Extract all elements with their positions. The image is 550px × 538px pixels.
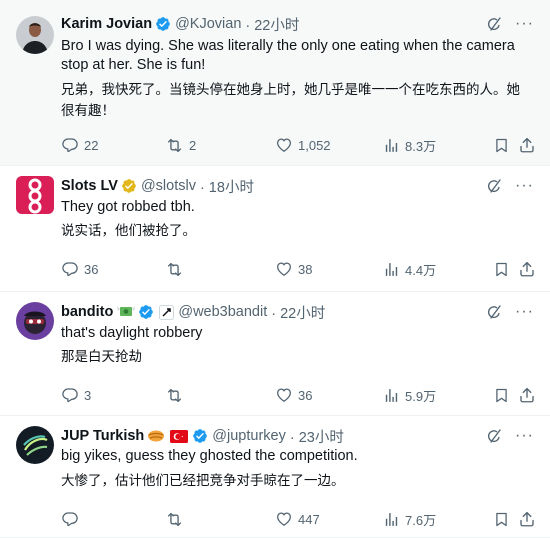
like-count: 447 xyxy=(298,511,320,527)
gold-verified-badge-icon xyxy=(121,178,137,194)
timestamp[interactable]: · 22小时 xyxy=(271,302,325,323)
action-bar: 22 2 1,052 8.3万 xyxy=(61,135,534,155)
tweet-card[interactable]: bandito @web3bandit · 22小时 ··· that's da… xyxy=(0,292,550,416)
views-button[interactable]: 7.6万 xyxy=(383,510,436,529)
turkey-flag-icon xyxy=(170,429,189,443)
like-count: 36 xyxy=(298,387,313,403)
more-options-icon[interactable]: ··· xyxy=(515,428,534,444)
grok-icon[interactable] xyxy=(485,427,503,445)
share-button[interactable] xyxy=(518,260,536,278)
bookmark-button[interactable] xyxy=(493,261,510,278)
handle[interactable]: @KJovian xyxy=(175,16,241,32)
grok-icon[interactable] xyxy=(485,303,503,321)
reply-button[interactable] xyxy=(61,510,84,528)
display-name[interactable]: bandito xyxy=(61,304,113,320)
grok-icon[interactable] xyxy=(485,15,503,33)
timestamp[interactable]: · 22小时 xyxy=(245,14,299,35)
reply-button[interactable]: 3 xyxy=(61,386,91,404)
action-bar: 447 7.6万 xyxy=(61,509,534,529)
view-count: 5.9万 xyxy=(405,388,437,404)
views-button[interactable]: 5.9万 xyxy=(383,386,436,405)
tweet-translation: 那是白天抢劫 xyxy=(61,349,142,365)
like-count: 38 xyxy=(298,261,313,277)
action-bar: 3 36 5.9万 xyxy=(61,385,534,405)
verified-badge-icon xyxy=(155,16,171,32)
like-button[interactable]: 447 xyxy=(275,510,320,528)
reply-count: 3 xyxy=(84,387,92,403)
view-count: 4.4万 xyxy=(405,262,437,278)
like-button[interactable]: 38 xyxy=(275,260,312,278)
timestamp[interactable]: · 18小时 xyxy=(200,176,254,197)
handle[interactable]: @web3bandit xyxy=(178,304,267,320)
timestamp[interactable]: · 23小时 xyxy=(290,426,344,447)
like-button[interactable]: 36 xyxy=(275,386,312,404)
display-name[interactable]: Slots LV xyxy=(61,178,118,194)
reply-count: 22 xyxy=(84,137,99,153)
views-button[interactable]: 4.4万 xyxy=(383,260,436,279)
retweet-count: 2 xyxy=(189,137,197,153)
view-count: 7.6万 xyxy=(405,512,437,528)
bookmark-button[interactable] xyxy=(493,387,510,404)
retweet-button[interactable] xyxy=(165,386,189,405)
action-bar: 36 38 4.4万 xyxy=(61,259,534,279)
tweet-text: big yikes, guess they ghosted the compet… xyxy=(61,448,358,464)
avatar[interactable] xyxy=(16,426,54,464)
display-name[interactable]: Karim Jovian xyxy=(61,16,152,32)
tweet-translation: 大惨了，估计他们已经把竞争对手晾在了一边。 xyxy=(61,473,345,489)
tweet-translation: 兄弟，我快死了。当镜头停在她身上时，她几乎是唯一一个在吃东西的人。她很有趣！ xyxy=(61,82,520,119)
tweet-card[interactable]: Slots LV @slotslv · 18小时 ··· They got ro… xyxy=(0,166,550,292)
tweet-text: Bro I was dying. She was literally the o… xyxy=(61,38,515,73)
views-button[interactable]: 8.3万 xyxy=(383,136,436,155)
avatar[interactable] xyxy=(16,302,54,340)
tweet-text: They got robbed tbh. xyxy=(61,199,195,215)
retweet-button[interactable] xyxy=(165,260,189,279)
affiliate-badge-icon[interactable] xyxy=(159,304,175,320)
money-with-wings-icon xyxy=(117,304,136,320)
reply-count: 36 xyxy=(84,261,99,277)
like-button[interactable]: 1,052 xyxy=(275,136,331,154)
grok-icon[interactable] xyxy=(485,177,503,195)
bookmark-button[interactable] xyxy=(493,137,510,154)
share-button[interactable] xyxy=(518,510,536,528)
verified-badge-icon xyxy=(192,428,208,444)
verified-badge-icon xyxy=(138,304,154,320)
tweet-translation: 说实话，他们被抢了。 xyxy=(61,223,196,239)
more-options-icon[interactable]: ··· xyxy=(515,16,534,32)
jupiter-logo-icon xyxy=(147,429,165,443)
share-button[interactable] xyxy=(518,386,536,404)
tweet-text: that's daylight robbery xyxy=(61,325,203,341)
tweet-card[interactable]: JUP Turkish @jupturkey · 23小时 ··· big yi… xyxy=(0,416,550,538)
retweet-button[interactable] xyxy=(165,510,189,529)
like-count: 1,052 xyxy=(298,137,331,153)
handle[interactable]: @jupturkey xyxy=(212,428,286,444)
more-options-icon[interactable]: ··· xyxy=(515,178,534,194)
reply-button[interactable]: 36 xyxy=(61,260,98,278)
display-name[interactable]: JUP Turkish xyxy=(61,428,144,444)
tweet-card[interactable]: Karim Jovian @KJovian · 22小时 ··· Bro I w… xyxy=(0,0,550,166)
retweet-button[interactable]: 2 xyxy=(165,136,196,155)
avatar[interactable] xyxy=(16,176,54,214)
avatar[interactable] xyxy=(16,16,54,54)
view-count: 8.3万 xyxy=(405,138,437,154)
bookmark-button[interactable] xyxy=(493,511,510,528)
share-button[interactable] xyxy=(518,136,536,154)
handle[interactable]: @slotslv xyxy=(141,178,196,194)
reply-button[interactable]: 22 xyxy=(61,136,98,154)
more-options-icon[interactable]: ··· xyxy=(515,304,534,320)
